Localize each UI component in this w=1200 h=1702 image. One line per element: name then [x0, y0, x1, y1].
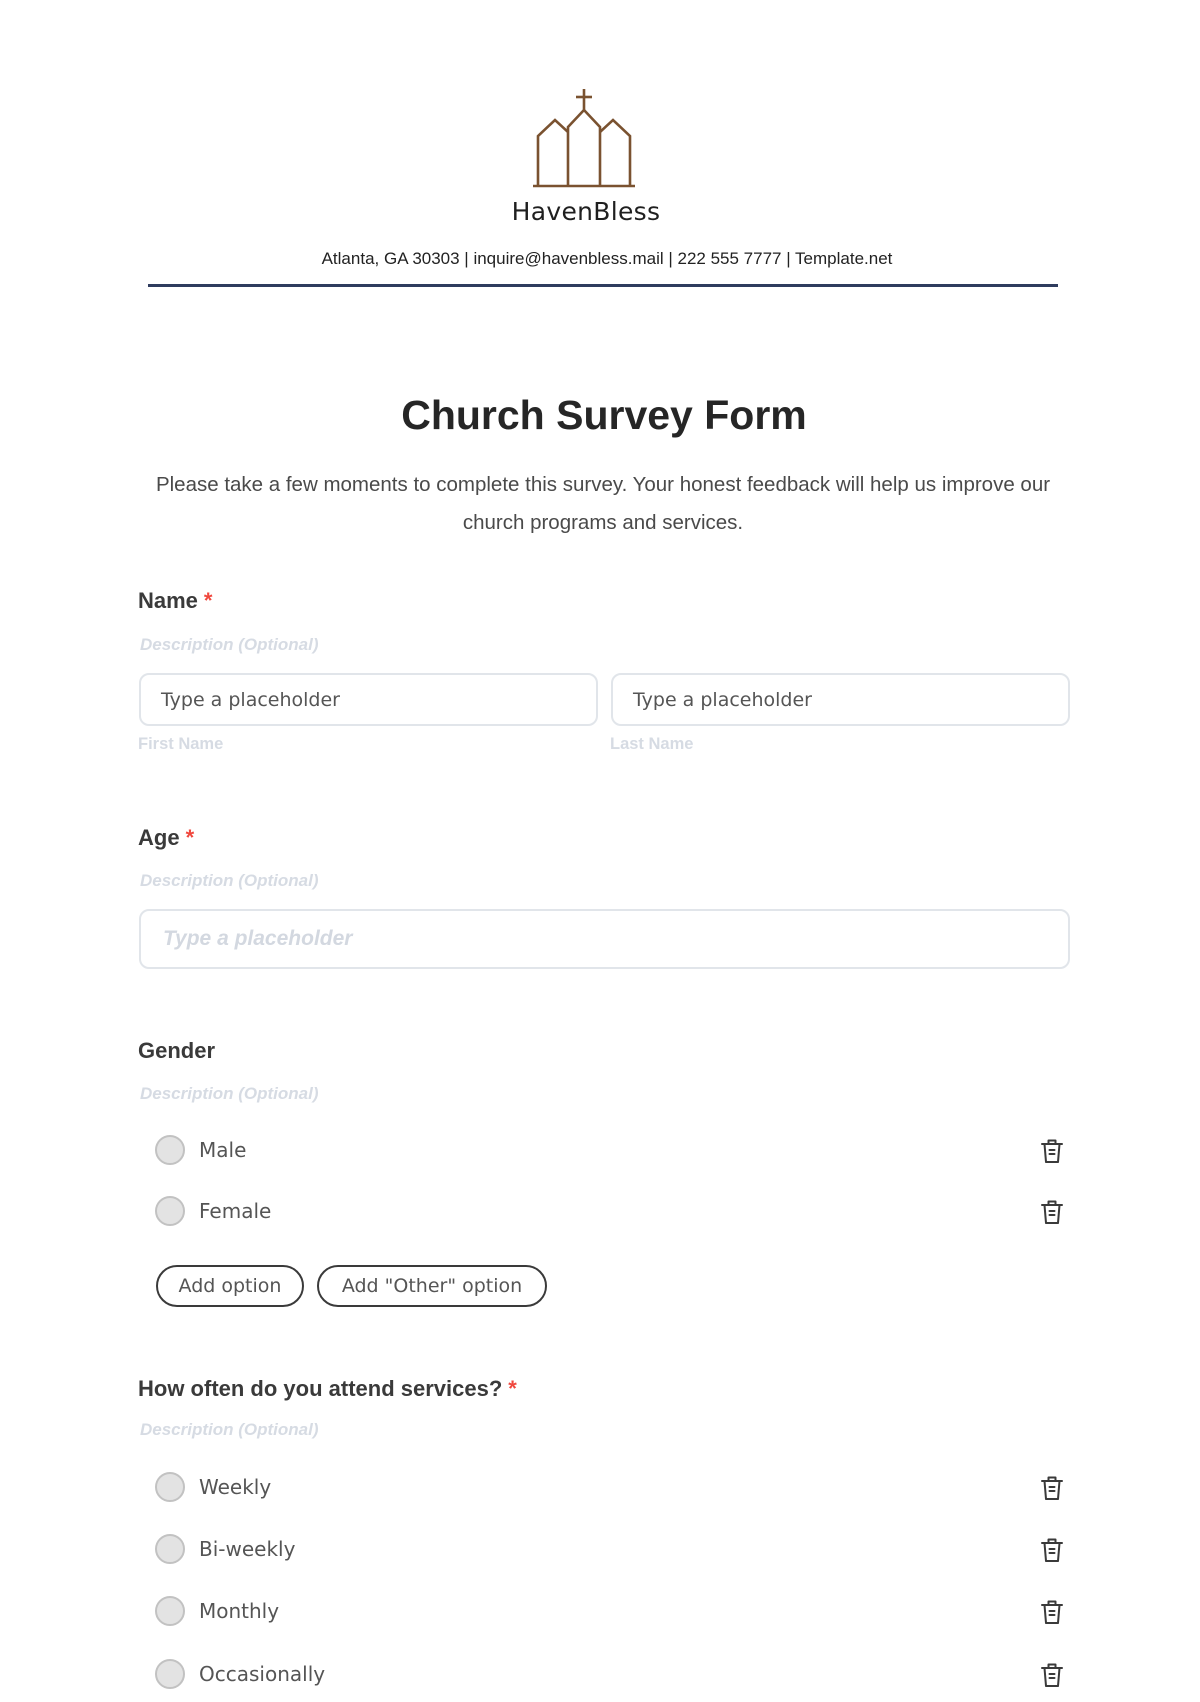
- first-name-input[interactable]: Type a placeholder: [139, 673, 598, 726]
- add-option-button[interactable]: Add option: [156, 1265, 304, 1307]
- form-intro: Please take a few moments to complete th…: [155, 473, 1051, 534]
- option-row[interactable]: Weekly: [155, 1470, 1075, 1504]
- form-title: Church Survey Form: [401, 392, 807, 438]
- trash-icon[interactable]: [1039, 1198, 1065, 1226]
- field-label: Name *: [138, 588, 212, 614]
- last-name-input[interactable]: Type a placeholder: [611, 673, 1070, 726]
- option-label[interactable]: Weekly: [199, 1475, 271, 1499]
- header-divider: [148, 284, 1058, 287]
- option-row[interactable]: Male: [155, 1133, 1075, 1167]
- required-marker: *: [203, 588, 213, 613]
- field-description[interactable]: Description (Optional): [140, 1084, 319, 1104]
- church-icon: [533, 89, 635, 188]
- first-name-sublabel: First Name: [138, 735, 224, 753]
- radio-button[interactable]: [155, 1135, 185, 1165]
- radio-button[interactable]: [155, 1659, 185, 1689]
- trash-icon[interactable]: [1039, 1474, 1065, 1502]
- option-label[interactable]: Male: [199, 1138, 246, 1162]
- option-label[interactable]: Female: [199, 1199, 271, 1223]
- field-label: Age *: [138, 825, 194, 851]
- required-marker: *: [185, 825, 195, 850]
- field-description[interactable]: Description (Optional): [140, 871, 319, 891]
- field-label-text: Age: [138, 825, 180, 850]
- required-marker: *: [508, 1376, 517, 1401]
- radio-button[interactable]: [155, 1596, 185, 1626]
- radio-button[interactable]: [155, 1472, 185, 1502]
- field-label-text: Name: [138, 588, 198, 613]
- placeholder-text: Type a placeholder: [161, 688, 340, 711]
- field-label: How often do you attend services? *: [138, 1376, 517, 1402]
- field-description[interactable]: Description (Optional): [140, 1420, 319, 1440]
- option-row[interactable]: Occasionally: [155, 1657, 1075, 1691]
- option-label[interactable]: Occasionally: [199, 1662, 325, 1686]
- option-row[interactable]: Monthly: [155, 1594, 1075, 1628]
- option-row[interactable]: Bi-weekly: [155, 1532, 1075, 1566]
- brand-name: HavenBless: [511, 197, 661, 226]
- option-row[interactable]: Female: [155, 1194, 1075, 1228]
- option-label[interactable]: Bi-weekly: [199, 1537, 295, 1561]
- field-label-text: How often do you attend services?: [138, 1376, 503, 1401]
- contact-line: Atlanta, GA 30303 | inquire@havenbless.m…: [321, 249, 893, 268]
- trash-icon[interactable]: [1039, 1137, 1065, 1165]
- last-name-sublabel: Last Name: [610, 735, 694, 753]
- add-other-option-button[interactable]: Add "Other" option: [317, 1265, 547, 1307]
- trash-icon[interactable]: [1039, 1598, 1065, 1626]
- placeholder-text: Type a placeholder: [633, 688, 812, 711]
- trash-icon[interactable]: [1039, 1661, 1065, 1689]
- option-label[interactable]: Monthly: [199, 1599, 279, 1623]
- age-input[interactable]: Type a placeholder: [139, 909, 1070, 969]
- placeholder-text: Type a placeholder: [163, 927, 353, 950]
- radio-button[interactable]: [155, 1534, 185, 1564]
- field-label: Gender: [138, 1038, 216, 1063]
- field-description[interactable]: Description (Optional): [140, 635, 319, 655]
- radio-button[interactable]: [155, 1196, 185, 1226]
- trash-icon[interactable]: [1039, 1536, 1065, 1564]
